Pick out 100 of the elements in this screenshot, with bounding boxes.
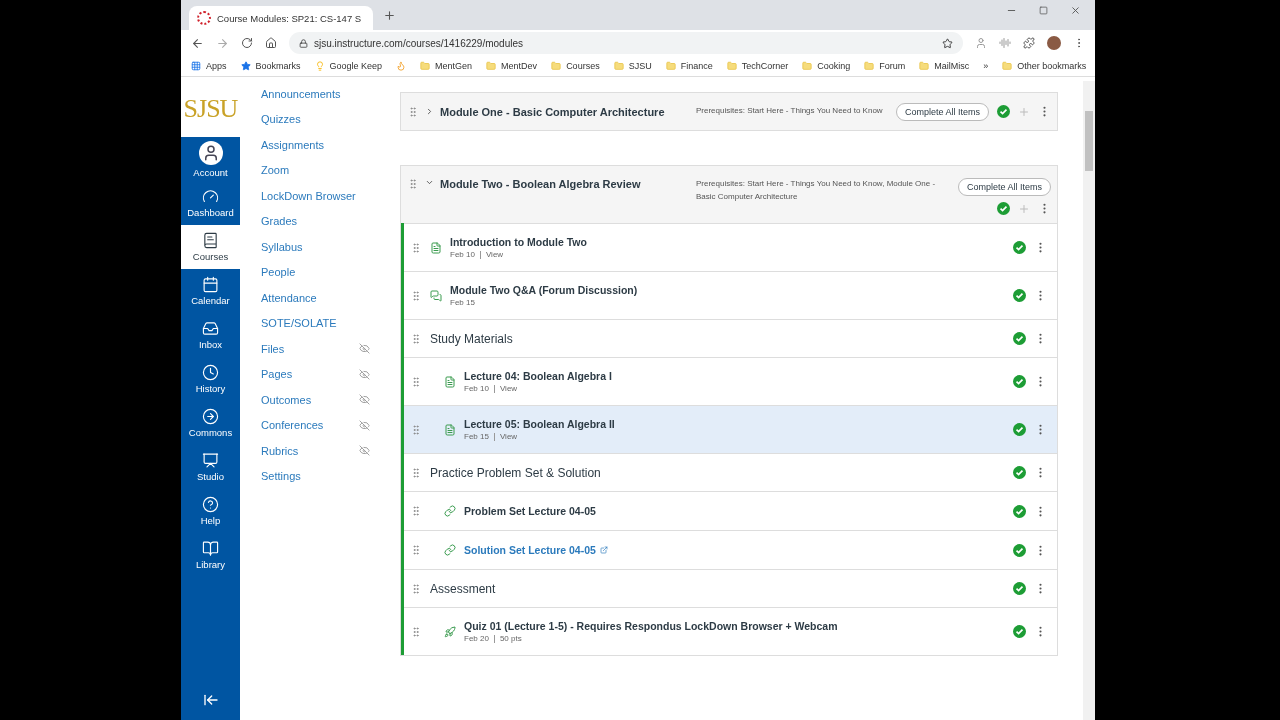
drag-handle-icon[interactable] [410, 423, 422, 436]
item-meta: View [493, 385, 523, 393]
module-title: Module One - Basic Computer Architecture [440, 105, 666, 118]
drag-handle-icon[interactable] [410, 332, 422, 345]
drag-handle-icon[interactable] [410, 582, 422, 595]
page-icon [444, 423, 456, 436]
link-icon [444, 544, 456, 556]
clock-icon [202, 364, 219, 381]
bookmark[interactable]: Cooking [802, 61, 851, 71]
forward-icon[interactable] [216, 36, 229, 50]
bookmark[interactable]: Finance [665, 61, 713, 71]
back-icon[interactable] [191, 36, 204, 50]
course-nav-link[interactable]: Rubrics [261, 438, 400, 464]
course-nav-link[interactable]: Syllabus [261, 234, 400, 260]
bookmark[interactable]: Google Keep [314, 61, 383, 71]
bookmark[interactable]: SJSU [613, 61, 652, 71]
puzzle-icon[interactable] [1023, 37, 1035, 49]
rocket-icon [444, 625, 456, 638]
item-title: Lecture 05: Boolean Algebra II [464, 418, 616, 430]
global-nav-item[interactable]: Help [181, 489, 240, 533]
course-nav-link[interactable]: Settings [261, 463, 400, 489]
global-nav-item[interactable]: Courses [181, 225, 240, 269]
folder-icon [420, 61, 431, 71]
bookmark[interactable]: MentDev [486, 61, 538, 71]
bookmark[interactable]: MentGen [420, 61, 473, 71]
drag-handle-icon[interactable] [410, 466, 422, 479]
global-nav-item[interactable]: Dashboard [181, 181, 240, 225]
folder-icon [864, 61, 875, 71]
prerequisites: Prerequisites: Start Here - Things You Need to Know [696, 105, 884, 118]
course-nav-link[interactable]: Announcements [261, 81, 400, 107]
subheader-title: Study Materials [430, 331, 514, 346]
course-nav-link[interactable]: Quizzes [261, 106, 400, 132]
item-title: Quiz 01 (Lecture 1-5) - Requires Respondus LockDown Browser + Webcam [464, 620, 839, 632]
expand-caret-icon[interactable] [425, 107, 434, 116]
star-icon [240, 61, 251, 71]
profile-avatar[interactable] [1047, 36, 1061, 50]
course-nav-link[interactable]: Outcomes [261, 387, 400, 413]
course-nav-link[interactable]: Grades [261, 208, 400, 234]
complete-all-button[interactable]: Complete All Items [895, 102, 989, 121]
drag-handle-icon[interactable] [410, 375, 422, 388]
reload-icon[interactable] [241, 37, 253, 49]
complete-check-icon [1013, 332, 1026, 345]
drag-handle-icon[interactable] [410, 505, 422, 517]
bookmark[interactable]: MailMisc [919, 61, 970, 71]
course-nav-link[interactable]: Zoom [261, 157, 400, 183]
address-bar[interactable]: sjsu.instructure.com/courses/1416229/modules [289, 32, 963, 54]
drag-handle-icon[interactable] [407, 178, 419, 190]
collapse-caret-icon[interactable] [425, 178, 434, 187]
folder-icon [726, 61, 737, 71]
course-nav-link[interactable]: Pages [261, 361, 400, 387]
complete-check-icon [1013, 543, 1026, 557]
dashboard-icon [202, 188, 219, 205]
global-nav-item[interactable]: Account [181, 137, 240, 181]
subheader-title: Assessment [430, 581, 497, 596]
browser-tab[interactable]: Course Modules: SP21: CS-147 S [189, 6, 373, 30]
bookmark[interactable]: Courses [551, 61, 600, 71]
global-nav-item[interactable]: Library [181, 533, 240, 577]
course-nav-link[interactable]: Assignments [261, 132, 400, 158]
course-nav-link[interactable]: Files [261, 336, 400, 362]
bookmark[interactable]: Forum [864, 61, 906, 71]
drag-handle-icon[interactable] [407, 105, 419, 118]
global-nav-item[interactable]: Commons [181, 401, 240, 445]
global-nav-item[interactable]: Studio [181, 445, 240, 489]
maximize-icon[interactable] [1039, 4, 1048, 16]
scrollbar[interactable] [1083, 81, 1095, 720]
home-icon[interactable] [265, 37, 277, 49]
item-meta: View [479, 251, 509, 259]
item-meta: View [493, 433, 523, 441]
complete-check-icon [1013, 241, 1026, 254]
course-nav-link[interactable]: SOTE/SOLATE [261, 310, 400, 336]
drag-handle-icon[interactable] [410, 241, 422, 254]
item-link[interactable]: Solution Set Lecture 04-05 [464, 544, 1005, 556]
course-nav-link[interactable]: LockDown Browser [261, 183, 400, 209]
course-nav-link[interactable]: Attendance [261, 285, 400, 311]
bookmark[interactable] [396, 61, 407, 71]
collapse-icon[interactable] [202, 692, 219, 708]
eye-off-icon [359, 419, 370, 431]
other-bookmarks[interactable]: Other bookmarks [1002, 61, 1087, 71]
course-nav-link[interactable]: Conferences [261, 412, 400, 438]
item-title: Introduction to Module Two [450, 236, 588, 248]
complete-check-icon [1013, 289, 1026, 302]
course-nav-link[interactable]: People [261, 259, 400, 285]
drag-handle-icon[interactable] [410, 289, 422, 302]
bookmark[interactable]: Apps [191, 61, 227, 71]
new-tab-icon[interactable] [383, 8, 396, 22]
page-icon [444, 375, 456, 388]
folder-icon [802, 61, 813, 71]
bookmark[interactable]: TechCorner [726, 61, 789, 71]
more-bookmarks[interactable]: » [983, 61, 989, 71]
calendar-icon [202, 276, 219, 293]
global-nav-item[interactable]: Calendar [181, 269, 240, 313]
global-nav-item[interactable]: Inbox [181, 313, 240, 357]
drag-handle-icon[interactable] [410, 544, 422, 556]
drag-handle-icon[interactable] [410, 625, 422, 638]
help-icon [202, 496, 219, 513]
complete-all-button[interactable]: Complete All Items [957, 178, 1051, 196]
global-nav-item[interactable]: History [181, 357, 240, 401]
close-icon[interactable] [1070, 4, 1081, 16]
bookmark[interactable]: Bookmarks [240, 61, 301, 71]
eye-off-icon [359, 394, 370, 406]
